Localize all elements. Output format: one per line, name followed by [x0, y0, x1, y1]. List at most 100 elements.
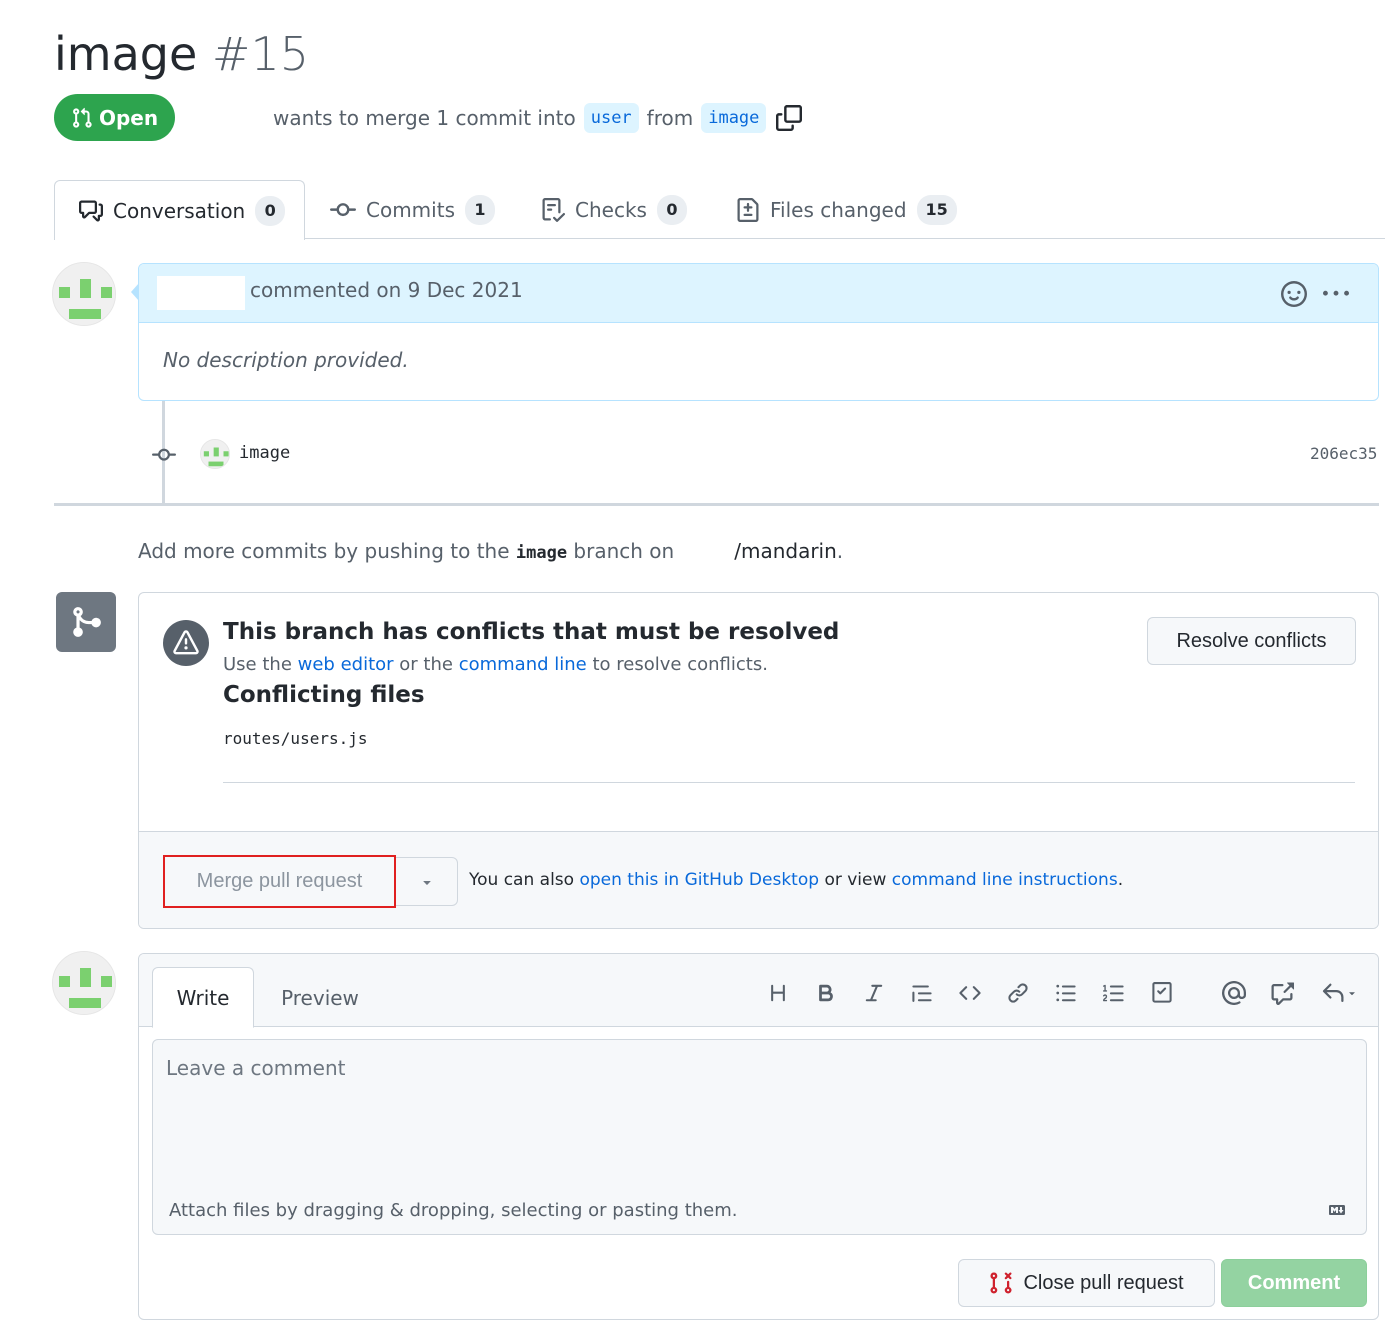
- merge-box: This branch has conflicts that must be r…: [138, 592, 1379, 929]
- identicon-small-icon: [201, 440, 229, 468]
- ordered-list-icon[interactable]: [1097, 978, 1131, 1008]
- tab-preview[interactable]: Preview: [267, 967, 373, 1028]
- task-list-icon[interactable]: [1145, 978, 1179, 1008]
- commit-icon: [330, 202, 356, 216]
- state-label: Open: [98, 105, 159, 130]
- tab-checks-label: Checks: [575, 197, 647, 222]
- pr-title: image #15: [54, 22, 309, 86]
- merge-footer: Merge pull request You can also open thi…: [139, 831, 1378, 928]
- conflict-sub-prefix: Use the: [223, 654, 292, 675]
- conflict-sub-or: or the: [399, 654, 453, 675]
- comment-body: No description provided.: [163, 348, 409, 372]
- merge-summary: wants to merge 1 commit into user from i…: [273, 100, 803, 136]
- identicon-icon: [53, 952, 115, 1014]
- markdown-icon[interactable]: [1325, 1202, 1349, 1222]
- push-hint-suffix: .: [836, 539, 844, 563]
- pr-title-text: image: [54, 27, 198, 81]
- author-name-redacted: [157, 276, 245, 310]
- merge-alt-suffix: .: [1117, 870, 1124, 890]
- web-editor-link[interactable]: web editor: [298, 654, 394, 675]
- smiley-icon[interactable]: [1281, 281, 1307, 311]
- conflicting-files-title: Conflicting files: [223, 682, 425, 708]
- italic-icon[interactable]: [857, 978, 891, 1008]
- tab-conversation-count: 0: [255, 195, 286, 226]
- copy-icon[interactable]: [776, 105, 803, 131]
- comment-discussion-icon: [79, 200, 103, 221]
- link-icon[interactable]: [1001, 978, 1035, 1008]
- alert-circle: [163, 620, 209, 666]
- reply-dropdown-icon[interactable]: [1317, 978, 1361, 1008]
- comment-header: commented on 9 Dec 2021: [139, 264, 1378, 323]
- merge-status-icon-box: [56, 592, 116, 652]
- git-pull-request-closed-icon: [990, 1272, 1012, 1294]
- pr-description-comment: commented on 9 Dec 2021 No description p…: [138, 263, 1379, 401]
- comment-submit-button[interactable]: Comment: [1221, 1259, 1367, 1307]
- checklist-icon: [542, 197, 565, 222]
- conflict-subtitle: Use the web editor or the command line t…: [223, 654, 768, 675]
- merge-alternatives: You can also open this in GitHub Desktop…: [469, 870, 1123, 890]
- open-desktop-link[interactable]: open this in GitHub Desktop: [579, 870, 819, 890]
- attach-files-bar[interactable]: Attach files by dragging & dropping, sel…: [152, 1188, 1367, 1235]
- tab-files-changed[interactable]: Files changed 15: [736, 180, 957, 239]
- conflicting-file: routes/users.js: [223, 729, 368, 748]
- merge-method-dropdown[interactable]: [396, 857, 458, 906]
- merge-alt-prefix: You can also: [469, 870, 575, 890]
- tab-checks[interactable]: Checks 0: [541, 180, 687, 239]
- alert-icon: [173, 630, 199, 655]
- tab-files-changed-label: Files changed: [770, 197, 907, 222]
- kebab-horizontal-icon[interactable]: [1323, 281, 1349, 311]
- unordered-list-icon[interactable]: [1049, 978, 1083, 1008]
- code-icon[interactable]: [953, 978, 987, 1008]
- command-line-instructions-link[interactable]: command line instructions: [892, 870, 1118, 890]
- conflict-divider: [223, 782, 1355, 783]
- comment-textarea[interactable]: [152, 1039, 1367, 1189]
- tab-commits-count: 1: [464, 194, 495, 225]
- from-text: from: [646, 106, 694, 130]
- triangle-down-icon: [422, 880, 431, 885]
- identicon-icon: [53, 263, 115, 325]
- git-branch-icon: [73, 607, 101, 637]
- tab-write[interactable]: Write: [152, 967, 254, 1028]
- author-avatar[interactable]: [52, 262, 116, 326]
- commit-sha-link[interactable]: 206ec35: [1310, 444, 1377, 463]
- head-branch-link[interactable]: image: [701, 103, 767, 133]
- comment-meta[interactable]: commented on 9 Dec 2021: [250, 278, 523, 302]
- close-pull-request-button[interactable]: Close pull request: [958, 1259, 1215, 1307]
- tab-commits[interactable]: Commits 1: [330, 180, 495, 239]
- resolve-conflicts-button[interactable]: Resolve conflicts: [1147, 617, 1356, 665]
- push-hint: Add more commits by pushing to the image…: [138, 539, 843, 563]
- cross-reference-icon[interactable]: [1265, 978, 1299, 1008]
- pull-request-icon: [72, 107, 92, 128]
- commit-node-icon: [151, 443, 177, 471]
- push-hint-middle: branch on: [573, 539, 675, 563]
- base-branch-link[interactable]: user: [583, 103, 639, 133]
- pr-number: #15: [211, 27, 309, 81]
- heading-icon[interactable]: [761, 978, 795, 1008]
- merge-alt-middle: or view: [824, 870, 887, 890]
- tab-files-changed-count: 15: [916, 194, 957, 225]
- state-badge: Open: [54, 94, 175, 141]
- conflict-sub-suffix: to resolve conflicts.: [592, 654, 768, 675]
- merge-text: wants to merge 1 commit into: [273, 106, 576, 130]
- command-line-link[interactable]: command line: [459, 654, 587, 675]
- push-hint-prefix: Add more commits by pushing to the: [138, 539, 510, 563]
- file-diff-icon: [737, 197, 759, 222]
- commit-author-avatar[interactable]: [200, 439, 230, 469]
- tab-conversation-label: Conversation: [113, 198, 246, 223]
- conflict-title: This branch has conflicts that must be r…: [223, 619, 840, 645]
- mention-icon[interactable]: [1217, 978, 1251, 1008]
- current-user-avatar[interactable]: [52, 951, 116, 1015]
- bold-icon[interactable]: [809, 978, 843, 1008]
- merge-pull-request-button[interactable]: Merge pull request: [163, 855, 396, 908]
- push-hint-branch: image: [515, 543, 568, 563]
- tab-checks-count: 0: [656, 194, 687, 225]
- new-comment-form: Write Preview Attach files by dragging &…: [138, 953, 1379, 1320]
- close-pull-request-label: Close pull request: [1023, 1271, 1184, 1294]
- attach-files-text: Attach files by dragging & dropping, sel…: [169, 1200, 738, 1221]
- quote-icon[interactable]: [905, 978, 939, 1008]
- timeline-separator: [54, 503, 1379, 506]
- tab-commits-label: Commits: [366, 197, 455, 222]
- push-hint-repo[interactable]: /mandarin: [734, 539, 837, 563]
- commit-message-link[interactable]: image: [239, 443, 290, 463]
- tab-conversation[interactable]: Conversation 0: [54, 180, 305, 240]
